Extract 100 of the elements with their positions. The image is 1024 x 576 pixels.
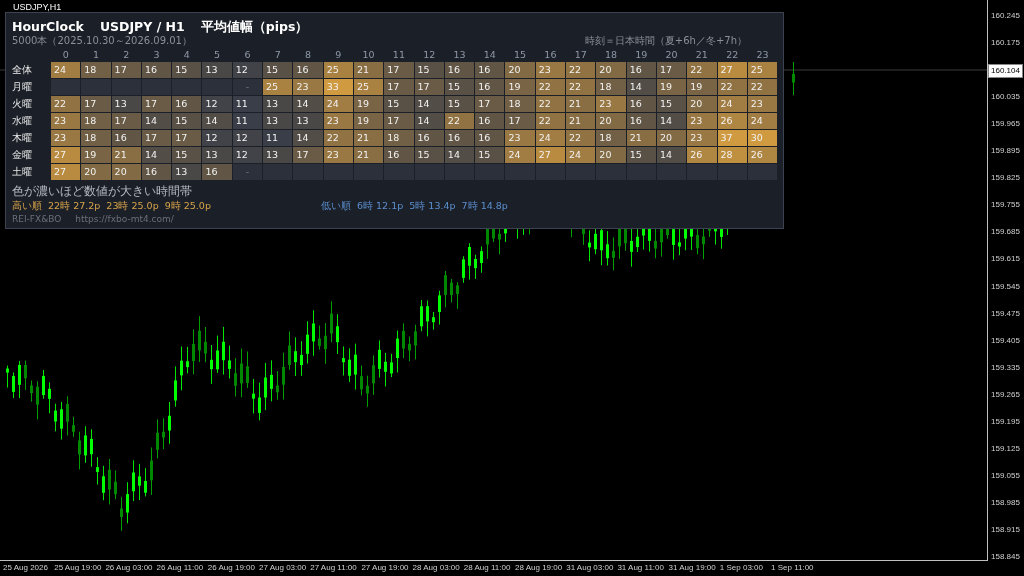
table-cell: 15	[172, 147, 202, 163]
table-cell: 23	[747, 96, 778, 112]
table-cell: 16	[475, 113, 505, 129]
price-label: 159.125	[991, 442, 1020, 455]
table-cell: 14	[444, 147, 475, 163]
hour-label: 1	[91, 48, 100, 61]
table-cell: 16	[172, 96, 202, 112]
table-cell: 27	[51, 147, 81, 163]
table-cell: 17	[111, 62, 141, 78]
hour-label: 10	[361, 48, 376, 61]
table-cell	[293, 164, 323, 180]
table-cell: 22	[566, 79, 596, 95]
legend-text: 色が濃いほど数値が大きい時間帯	[12, 184, 193, 199]
table-cell: 19	[353, 113, 384, 129]
table-cell: 20	[505, 62, 535, 78]
table-cell	[263, 164, 293, 180]
table-cell	[384, 164, 414, 180]
hour-label: 14	[482, 48, 497, 61]
table-cell: 12	[202, 130, 232, 146]
hour-label: 18	[603, 48, 619, 61]
table-cell: 18	[505, 96, 535, 112]
table-cell: 28	[717, 147, 747, 163]
table-cell: 18	[81, 130, 111, 146]
table-cell: 23	[505, 130, 535, 146]
table-cell: 14	[414, 113, 444, 129]
table-cell: 17	[81, 96, 111, 112]
table-cell: 13	[202, 147, 232, 163]
hour-label: 9	[334, 48, 343, 61]
price-label: 159.685	[991, 226, 1020, 239]
table-cell: 15	[384, 96, 414, 112]
table-cell: 14	[656, 147, 687, 163]
table-cell: 22	[535, 96, 566, 112]
table-cell: 16	[475, 79, 505, 95]
table-cell: 22	[687, 62, 717, 78]
table-cell: 22	[747, 79, 778, 95]
time-label: 25 Aug 19:00	[54, 563, 102, 572]
table-cell	[475, 164, 505, 180]
hour-label: 17	[573, 48, 588, 61]
price-label: 159.825	[991, 172, 1020, 185]
table-cell: 20	[81, 164, 111, 180]
table-cell: 20	[596, 147, 626, 163]
table-cell: 19	[81, 147, 111, 163]
hour-label: 0	[61, 48, 70, 61]
table-cell: 14	[656, 113, 687, 129]
table-cell: 25	[353, 79, 384, 95]
table-cell: 16	[141, 62, 172, 78]
table-cell: 24	[51, 62, 81, 78]
table-cell: 18	[384, 130, 414, 146]
price-tag: 160.104	[988, 64, 1023, 78]
table-cell: 23	[323, 113, 353, 129]
table-cell: 19	[656, 79, 687, 95]
day-label: 水曜	[12, 114, 33, 128]
table-cell: 11	[232, 113, 263, 129]
hour-label: 20	[664, 48, 679, 61]
table-cell: 23	[687, 130, 717, 146]
price-label: 159.405	[991, 334, 1020, 347]
table-cell: 23	[535, 62, 566, 78]
table-cell: 27	[51, 164, 81, 180]
url-link[interactable]: https://fxbo-mt4.com/	[75, 213, 174, 226]
price-label: 160.245	[991, 10, 1020, 22]
time-label: 27 Aug 19:00	[361, 563, 409, 572]
table-cell: 11	[263, 130, 293, 146]
table-cell: 20	[596, 113, 626, 129]
table-cell: 27	[717, 62, 747, 78]
price-label: 159.335	[991, 361, 1020, 374]
hour-label: 22	[725, 48, 740, 61]
table-cell: 21	[626, 130, 656, 146]
table-cell: 20	[687, 96, 717, 112]
table-cell: 15	[444, 79, 475, 95]
table-cell: 26	[717, 113, 747, 129]
hour-label: 19	[634, 48, 649, 61]
hour-label: 11	[391, 48, 406, 61]
hour-label: 12	[422, 48, 437, 61]
table-cell: 18	[81, 113, 111, 129]
price-label: 160.035	[991, 91, 1020, 104]
table-cell: 25	[263, 79, 293, 95]
table-cell: 25	[323, 62, 353, 78]
table-cell: 18	[596, 79, 626, 95]
table-cell: 13	[263, 96, 293, 112]
table-cell: 13	[263, 113, 293, 129]
hour-label: 15	[513, 48, 528, 61]
table-cell: 17	[293, 147, 323, 163]
table-cell: 16	[626, 113, 656, 129]
table-cell: -	[232, 79, 263, 95]
table-cell	[505, 164, 535, 180]
price-label: 159.055	[991, 469, 1020, 482]
table-cell	[656, 164, 687, 180]
table-cell: 15	[172, 62, 202, 78]
lowest-ranking: 低い順 6時 12.1p 5時 13.4p 7時 14.8p	[320, 199, 508, 213]
price-label: 160.175	[991, 37, 1020, 50]
table-cell: 20	[656, 130, 687, 146]
time-label: 27 Aug 03:00	[259, 563, 307, 572]
price-label: 159.965	[991, 118, 1020, 131]
table-cell: 14	[141, 113, 172, 129]
table-cell: 22	[51, 96, 81, 112]
table-cell: 16	[141, 164, 172, 180]
table-cell	[202, 79, 232, 95]
panel-title: 平均値幅（pips）	[200, 18, 309, 35]
table-cell: 17	[475, 96, 505, 112]
time-label: 1 Sep 03:00	[719, 563, 763, 572]
